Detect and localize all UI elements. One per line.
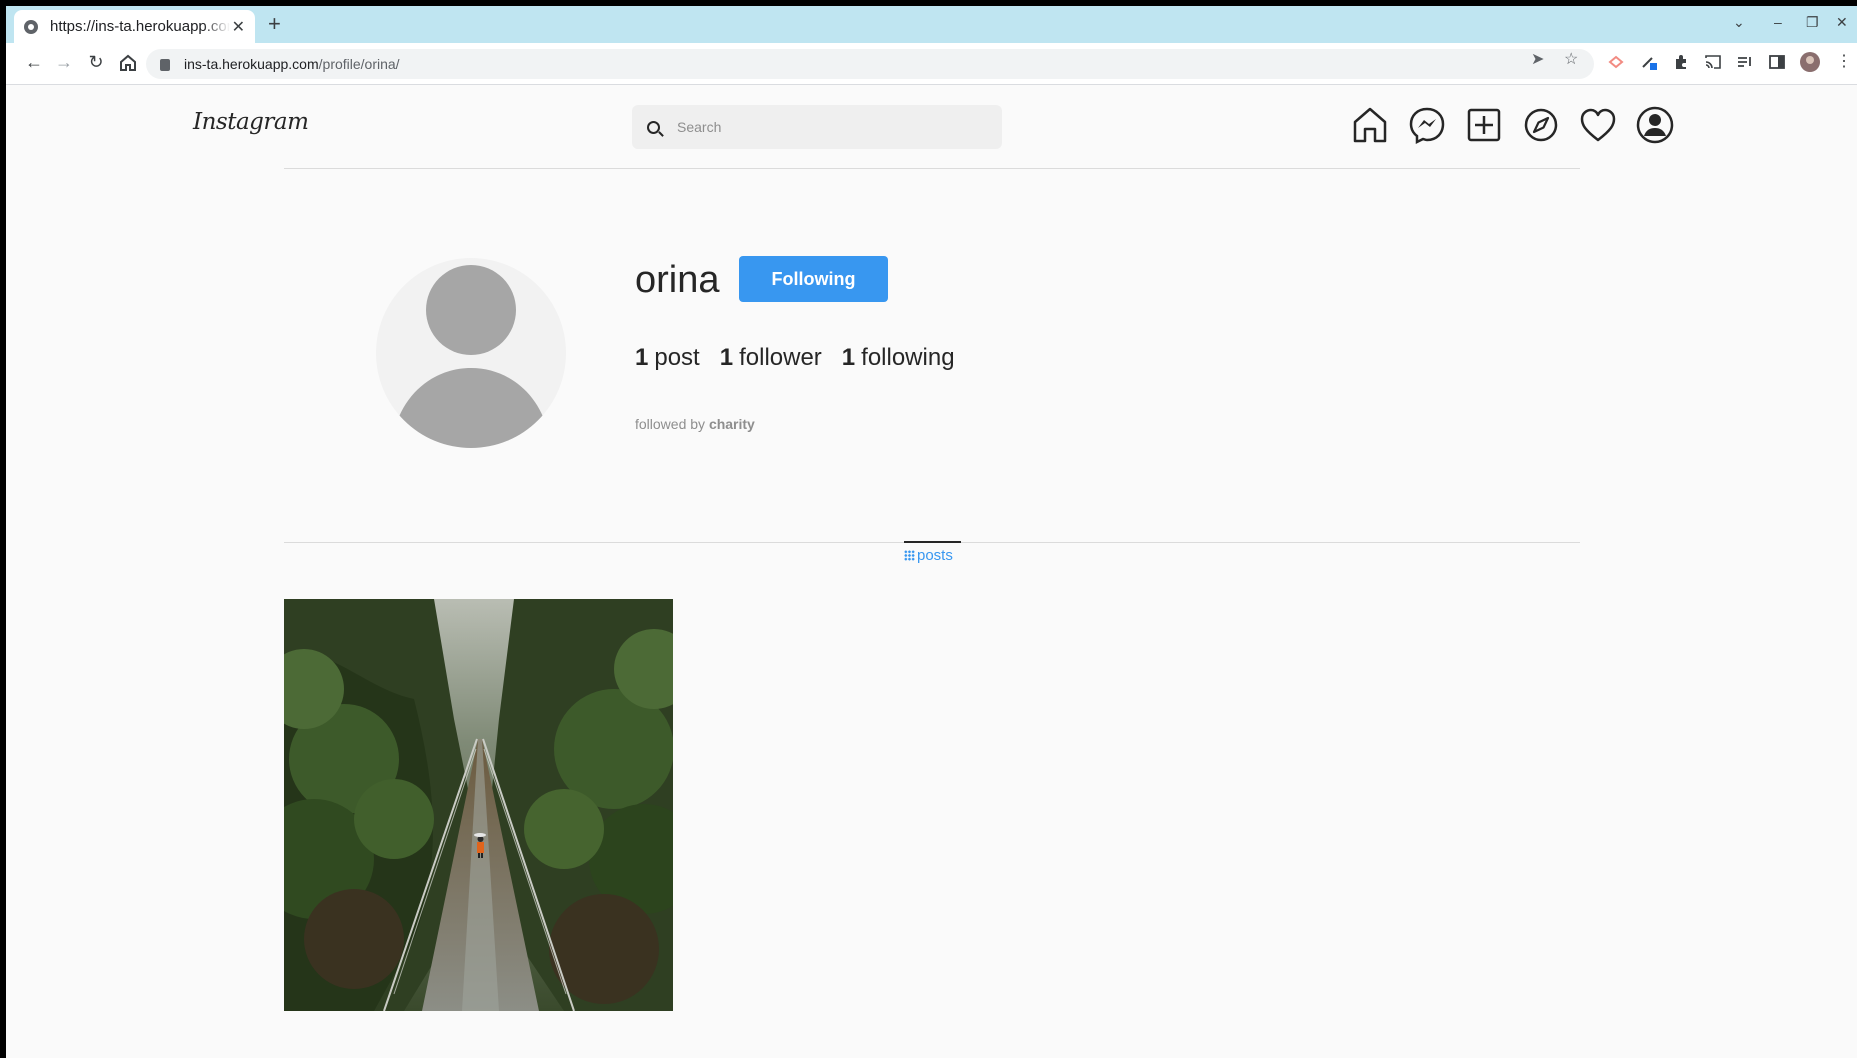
explore-icon[interactable] bbox=[1521, 105, 1561, 145]
url-text: ins-ta.herokuapp.com/profile/orina/ bbox=[184, 56, 400, 72]
media-queue-icon[interactable] bbox=[1736, 53, 1754, 71]
lock-icon[interactable] bbox=[160, 59, 170, 71]
extension-pen-icon[interactable] bbox=[1640, 53, 1658, 71]
following-count[interactable]: 1 following bbox=[842, 344, 955, 372]
tab-strip: https://ins-ta.herokuapp.com/profile/ori… bbox=[6, 6, 1857, 43]
new-post-icon[interactable] bbox=[1464, 105, 1504, 145]
send-icon[interactable]: ➤ bbox=[1531, 49, 1544, 69]
menu-kebab-icon[interactable]: ⋮ bbox=[1836, 51, 1852, 71]
globe-icon bbox=[24, 19, 38, 34]
back-icon[interactable]: ← bbox=[22, 52, 46, 73]
reload-icon[interactable]: ↻ bbox=[84, 52, 108, 73]
forward-icon[interactable]: → bbox=[52, 52, 76, 73]
profile-avatar bbox=[376, 258, 566, 448]
minimize-icon[interactable]: – bbox=[1774, 14, 1782, 30]
tab-posts-label: posts bbox=[917, 546, 953, 564]
followed-by-text: followed by charity bbox=[635, 416, 755, 432]
search-icon bbox=[647, 120, 660, 134]
address-bar[interactable]: ins-ta.herokuapp.com/profile/orina/ bbox=[146, 49, 1594, 79]
side-panel-icon[interactable] bbox=[1768, 53, 1786, 71]
grid-icon bbox=[904, 549, 915, 561]
cast-icon[interactable] bbox=[1704, 53, 1722, 71]
bookmark-star-icon[interactable]: ☆ bbox=[1564, 49, 1578, 69]
followers-count[interactable]: 1 follower bbox=[720, 344, 822, 372]
extensions-puzzle-icon[interactable] bbox=[1672, 53, 1690, 71]
instagram-logo[interactable]: Instagram bbox=[193, 109, 309, 135]
following-button[interactable]: Following bbox=[739, 256, 888, 302]
profile-username: orina bbox=[635, 259, 720, 301]
messenger-icon[interactable] bbox=[1407, 105, 1447, 145]
default-avatar-icon bbox=[391, 265, 551, 448]
profile-stats: 1 post 1 follower 1 following bbox=[635, 344, 975, 372]
profile-avatar-icon[interactable] bbox=[1800, 52, 1820, 72]
browser-window: https://ins-ta.herokuapp.com/profile/ori… bbox=[6, 6, 1857, 1058]
profile-icon[interactable] bbox=[1635, 105, 1675, 145]
app-header: Instagram bbox=[6, 85, 1857, 169]
browser-toolbar: ← → ↻ ins-ta.herokuapp.com/profile/orina… bbox=[6, 43, 1857, 85]
browser-tab[interactable]: https://ins-ta.herokuapp.com/profile/ori… bbox=[14, 10, 255, 43]
search-input[interactable] bbox=[677, 119, 977, 135]
extension-red-icon[interactable] bbox=[1607, 53, 1625, 71]
new-tab-icon[interactable]: + bbox=[268, 13, 281, 35]
close-tab-icon[interactable]: ✕ bbox=[232, 17, 245, 37]
posts-count: 1 post bbox=[635, 344, 700, 371]
restore-icon[interactable]: ❐ bbox=[1806, 14, 1819, 31]
heart-icon[interactable] bbox=[1578, 105, 1618, 145]
post-image bbox=[284, 599, 673, 1011]
tab-search-icon[interactable]: ⌄ bbox=[1733, 14, 1745, 31]
tab-posts[interactable]: posts bbox=[904, 541, 961, 567]
tab-title: https://ins-ta.herokuapp.com/profile/ori… bbox=[50, 18, 230, 35]
close-window-icon[interactable]: ✕ bbox=[1836, 14, 1848, 31]
home-browser-icon[interactable] bbox=[116, 54, 140, 72]
followed-by-user[interactable]: charity bbox=[709, 416, 755, 432]
search-box[interactable] bbox=[632, 105, 1002, 149]
home-icon[interactable] bbox=[1350, 105, 1390, 145]
post-thumbnail[interactable] bbox=[284, 599, 673, 1011]
header-divider bbox=[284, 168, 1580, 169]
